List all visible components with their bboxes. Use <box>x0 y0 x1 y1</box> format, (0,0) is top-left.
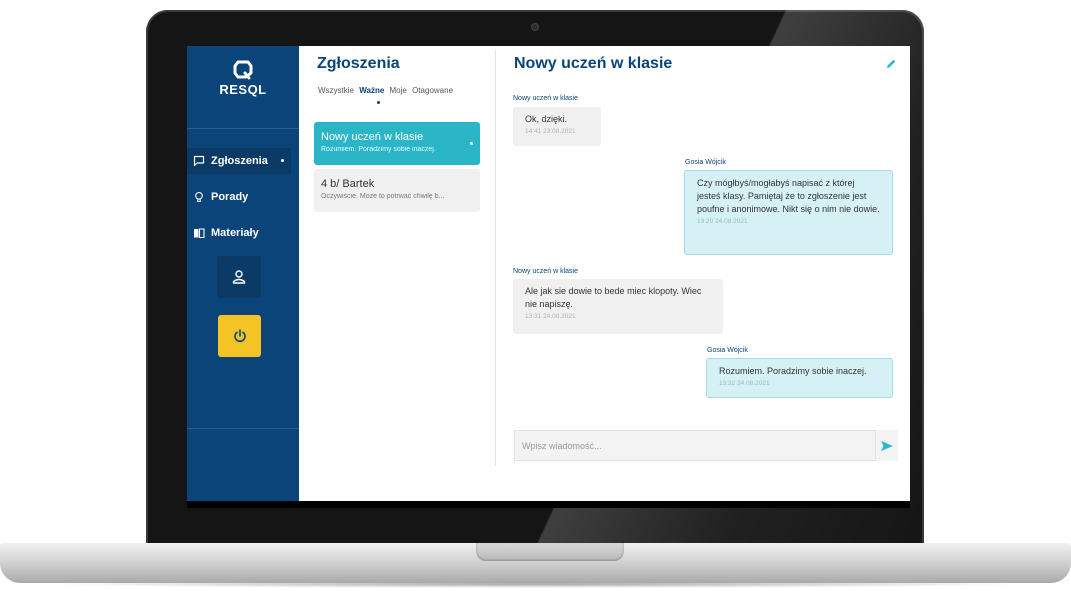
message-bubble-outgoing: Rozumiem. Poradzimy sobie inaczej. 13:32… <box>706 358 893 398</box>
logo: RESQL <box>187 58 299 97</box>
sidebar-item-label: Zgłoszenia <box>211 155 268 167</box>
brand-name: RESQL <box>219 82 267 97</box>
sidebar-item-porady[interactable]: Porady <box>187 184 291 210</box>
laptop-notch <box>476 543 624 561</box>
filter-tagged[interactable]: Otagowane <box>412 86 453 95</box>
ticket-item[interactable]: Nowy uczeń w klasie Rozumiem. Poradzimy … <box>314 122 480 165</box>
filter-all[interactable]: Wszystkie <box>318 86 354 95</box>
message-text: Ale jak sie dowie to bede miec klopoty. … <box>525 286 702 309</box>
sidebar-item-materialy[interactable]: Materiały <box>187 220 291 246</box>
message-input[interactable] <box>514 430 876 461</box>
active-indicator <box>281 159 284 162</box>
send-icon <box>881 440 893 451</box>
lightbulb-icon <box>195 191 203 203</box>
book-icon <box>194 228 205 239</box>
pencil-icon[interactable] <box>885 58 897 70</box>
chat-icon <box>193 155 205 167</box>
profile-button[interactable] <box>217 256 261 298</box>
ticket-preview: Rozumiem. Poradzimy sobie inaczej. <box>321 146 436 153</box>
ticket-title: Nowy uczeń w klasie <box>321 131 424 143</box>
message-bubble-outgoing: Czy mógłbyś/mogłabyś napisać z której je… <box>684 170 893 255</box>
filter-important[interactable]: Ważne <box>359 86 384 95</box>
chat-title: Nowy uczeń w klasie <box>514 55 673 72</box>
message-text: Rozumiem. Poradzimy sobie inaczej. <box>719 366 867 376</box>
sidebar-item-zgloszenia[interactable]: Zgłoszenia <box>187 148 291 174</box>
message-time: 13:32 24.08.2021 <box>719 380 770 387</box>
filter-active-indicator <box>377 101 380 104</box>
tickets-panel: Zgłoszenia Wszystkie Ważne Moje Otagowan… <box>299 46 495 501</box>
app-screen: RESQL Zgłoszenia Porady Materiały Zgłosz… <box>187 46 910 501</box>
sidebar-item-label: Porady <box>211 191 249 203</box>
resql-logo-icon <box>233 60 253 80</box>
ticket-title: 4 b/ Bartek <box>321 178 375 190</box>
filter-mine[interactable]: Moje <box>390 86 407 95</box>
message-time: 13:20 24.08.2021 <box>697 218 748 225</box>
logout-button[interactable] <box>218 315 261 357</box>
message-sender: Gosia Wójcik <box>707 347 748 354</box>
unread-indicator <box>470 142 473 145</box>
tickets-title: Zgłoszenia <box>317 55 400 72</box>
message-bubble-incoming: Ok, dzięki. 14:41 23.08.2021 <box>513 107 601 146</box>
message-time: 13:31 24.08.2021 <box>525 313 576 320</box>
send-button[interactable] <box>876 430 898 461</box>
message-sender: Gosia Wójcik <box>685 159 726 166</box>
sidebar-item-label: Materiały <box>211 227 259 239</box>
sidebar: RESQL Zgłoszenia Porady Materiały <box>187 46 299 501</box>
message-text: Ok, dzięki. <box>525 114 568 124</box>
ticket-preview: Oczywiście. Może to potrwać chwilę b... <box>321 193 445 200</box>
power-icon <box>233 329 246 343</box>
message-sender: Nowy uczeń w klasie <box>513 95 578 102</box>
message-sender: Nowy uczeń w klasie <box>513 268 578 275</box>
message-text: Czy mógłbyś/mogłabyś napisać z której je… <box>697 178 880 214</box>
ticket-item[interactable]: 4 b/ Bartek Oczywiście. Może to potrwać … <box>314 169 480 212</box>
user-icon <box>232 270 246 284</box>
ticket-filters: Wszystkie Ważne Moje Otagowane <box>318 86 456 95</box>
message-time: 14:41 23.08.2021 <box>525 128 576 135</box>
camera-icon <box>532 24 538 30</box>
message-bubble-incoming: Ale jak sie dowie to bede miec klopoty. … <box>513 279 723 334</box>
